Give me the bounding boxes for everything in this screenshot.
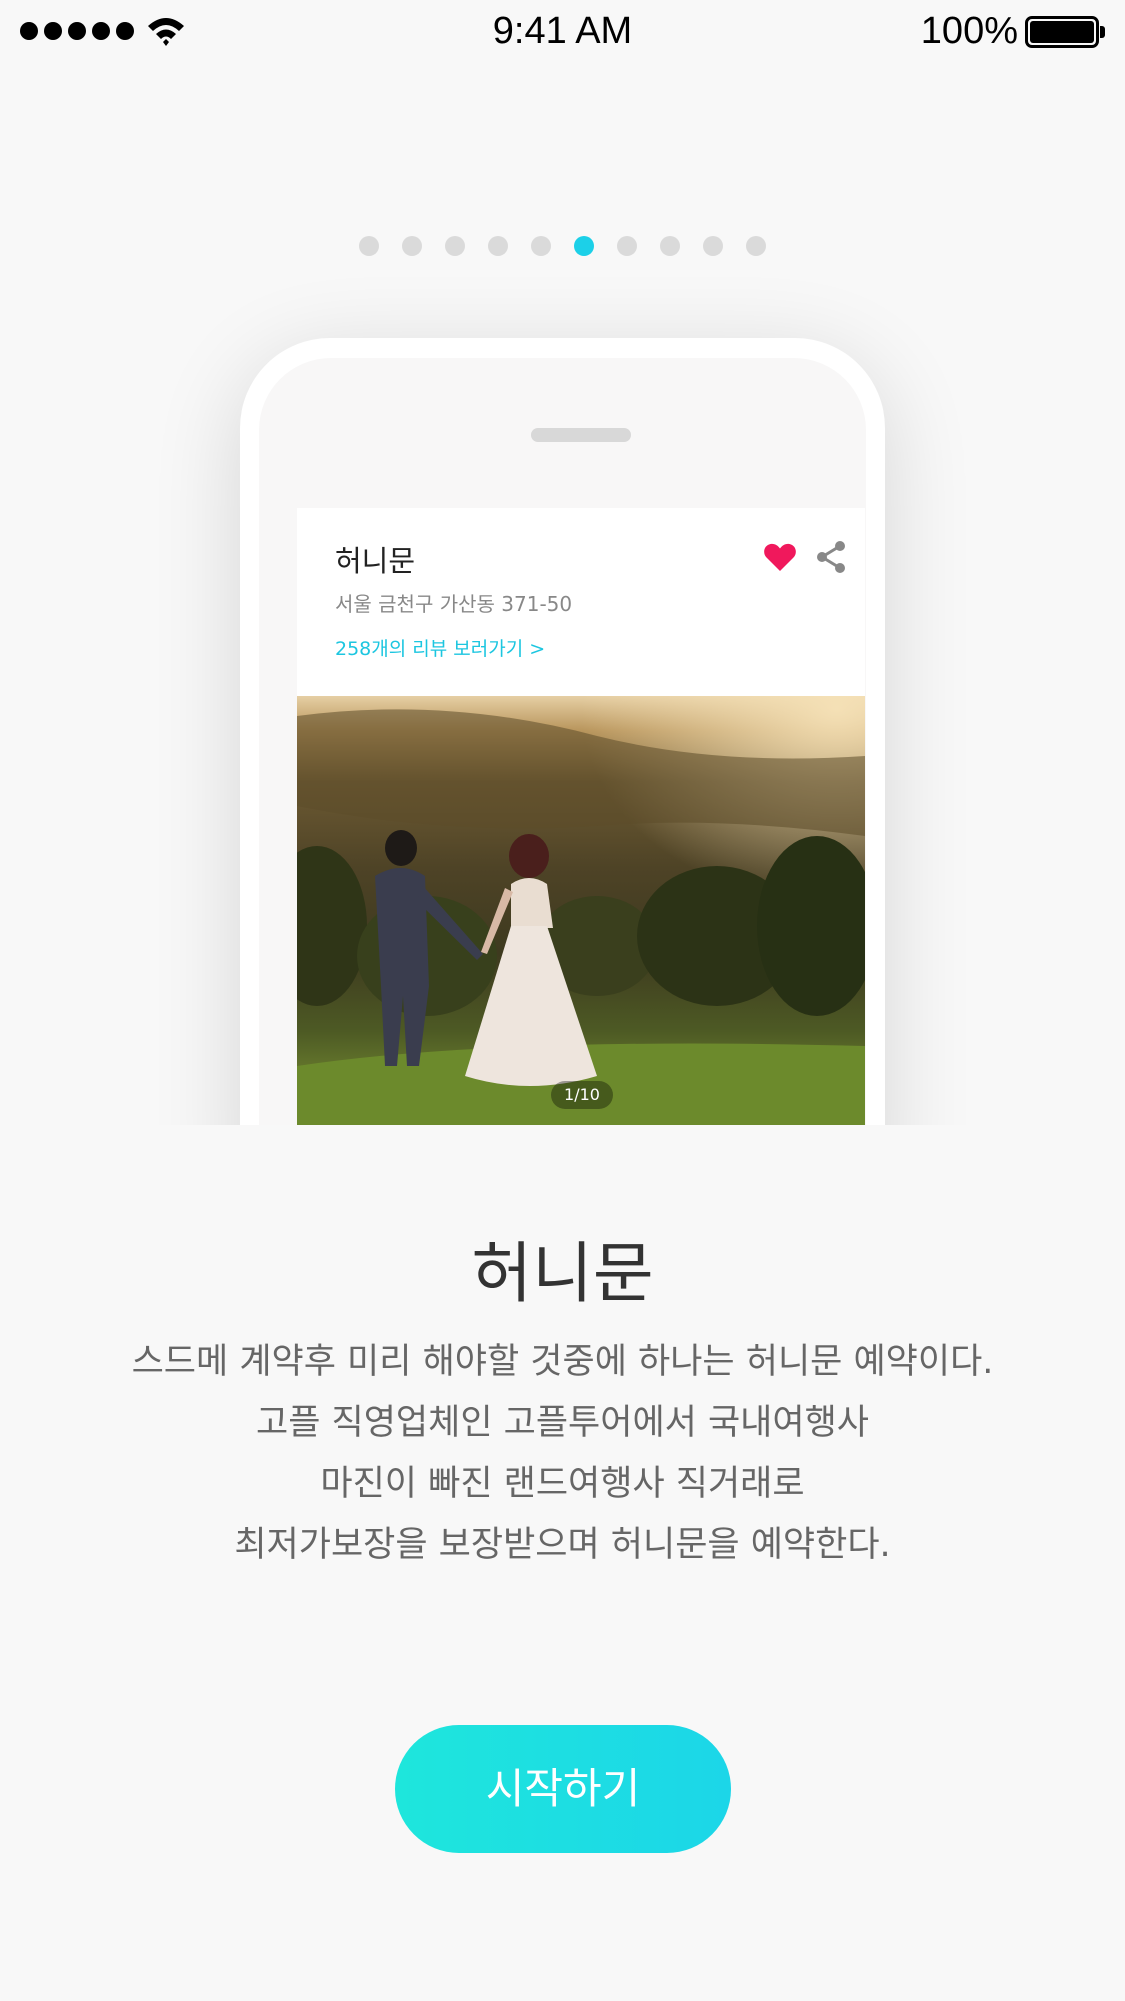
venue-card: 허니문 서울 금천구 가산동 371-50 258개의 리뷰 보러가기 > 1/… xyxy=(297,508,865,1125)
phone-mockup: 허니문 서울 금천구 가산동 371-50 258개의 리뷰 보러가기 > 1/… xyxy=(240,338,885,1125)
description: 스드메 계약후 미리 해야할 것중에 하나는 허니문 예약이다. 고플 직영업체… xyxy=(40,1332,1085,1576)
description-line-3: 마진이 빠진 랜드여행사 직거래로 xyxy=(320,1464,805,1504)
description-line-4: 최저가보장을 보장받으며 허니문을 예약한다. xyxy=(234,1525,891,1565)
wedding-photo-image xyxy=(297,696,865,1125)
wedding-photo[interactable]: 1/10 xyxy=(297,696,865,1125)
photo-counter: 1/10 xyxy=(551,1081,613,1109)
description-line-1: 스드메 계약후 미리 해야할 것중에 하나는 허니문 예약이다. xyxy=(131,1342,994,1382)
share-icon[interactable] xyxy=(815,540,847,574)
start-button[interactable]: 시작하기 xyxy=(395,1725,731,1853)
phone-mockup-area: 허니문 서울 금천구 가산동 371-50 258개의 리뷰 보러가기 > 1/… xyxy=(0,0,1125,1125)
page-title: 허니문 xyxy=(471,1235,654,1312)
venue-title: 허니문 xyxy=(335,544,416,578)
phone-speaker xyxy=(531,428,631,442)
description-line-2: 고플 직영업체인 고플투어에서 국내여행사 xyxy=(256,1403,869,1443)
reviews-link[interactable]: 258개의 리뷰 보러가기 > xyxy=(335,634,545,661)
phone-screen: 허니문 서울 금천구 가산동 371-50 258개의 리뷰 보러가기 > 1/… xyxy=(259,358,866,1125)
venue-address: 서울 금천구 가산동 371-50 xyxy=(335,592,573,616)
heart-icon[interactable] xyxy=(763,542,797,572)
